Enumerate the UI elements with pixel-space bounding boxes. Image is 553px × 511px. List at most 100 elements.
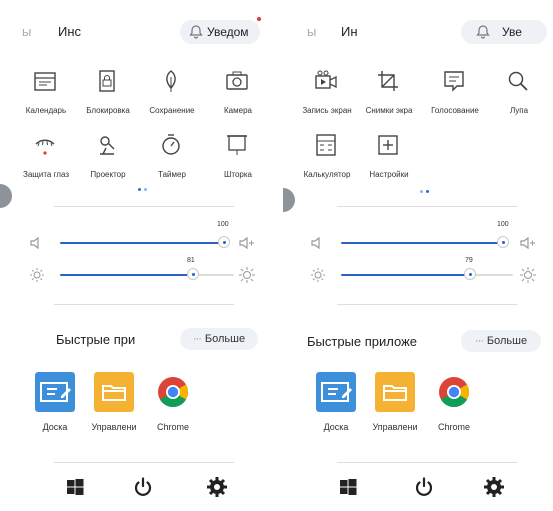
tile-settings[interactable]: Настройки xyxy=(359,132,419,192)
more-dots-icon: ··· xyxy=(474,335,484,347)
calendar-icon xyxy=(34,72,56,91)
curtain-icon xyxy=(227,135,247,155)
brightness-knob[interactable] xyxy=(464,268,476,280)
tile-curtain[interactable]: Шторка xyxy=(208,132,268,192)
tile-screen-record[interactable]: Запись экран xyxy=(297,68,357,128)
power-icon[interactable] xyxy=(413,476,435,498)
quick-apps-title: Быстрые приложе xyxy=(307,334,418,349)
more-label: Больше xyxy=(486,335,528,347)
tile-label: Блокировка xyxy=(86,106,130,115)
divider xyxy=(337,304,517,305)
tab-partial[interactable]: ы xyxy=(22,24,31,39)
leaf-icon xyxy=(166,70,176,92)
brightness-knob[interactable] xyxy=(187,268,199,280)
chrome-icon xyxy=(439,377,470,408)
tile-save[interactable]: Сохранение xyxy=(142,68,202,128)
volume-high-icon xyxy=(520,236,535,250)
volume-value: 100 xyxy=(217,221,229,228)
more-dots-icon: ··· xyxy=(192,333,202,345)
tile-calculator[interactable]: Калькулятор xyxy=(297,132,357,192)
projector-icon xyxy=(100,136,115,155)
gear-icon[interactable] xyxy=(483,476,505,498)
tile-vote[interactable]: Голосование xyxy=(425,68,485,128)
quick-apps-title: Быстрые при xyxy=(56,332,136,347)
tile-calendar[interactable]: Календарь xyxy=(16,68,76,128)
brightness-low-icon xyxy=(311,268,325,282)
brightness-slider[interactable] xyxy=(60,268,234,280)
divider xyxy=(54,462,234,463)
tile-lock[interactable]: Блокировка xyxy=(78,68,138,128)
volume-slider[interactable] xyxy=(341,236,509,248)
tile-label: Снимки экра xyxy=(365,106,413,115)
tab-partial[interactable]: ы xyxy=(307,24,316,39)
volume-high-icon xyxy=(239,236,254,250)
volume-value: 100 xyxy=(497,221,509,228)
tile-label: Калькулятор xyxy=(303,170,351,179)
tab-tools[interactable]: Ин xyxy=(341,24,358,39)
windows-icon[interactable] xyxy=(64,476,86,498)
collapse-handle[interactable] xyxy=(0,184,12,208)
tile-eye-protection[interactable]: Защита глаз xyxy=(16,132,76,192)
bell-icon xyxy=(476,25,490,39)
app-label: Управлени xyxy=(372,422,418,432)
brightness-low-icon xyxy=(30,268,44,282)
tile-camera[interactable]: Камера xyxy=(208,68,268,128)
tile-screenshot[interactable]: Снимки экра xyxy=(359,68,419,128)
brightness-fill xyxy=(60,274,194,276)
volume-fill xyxy=(341,242,503,244)
folder-icon xyxy=(94,372,134,412)
tile-magnifier[interactable]: Лупа xyxy=(489,68,549,128)
control-panel-right: ы Ин Уве Запись экран Снимки экра Голосо… xyxy=(283,0,553,511)
brightness-value: 81 xyxy=(187,257,195,264)
windows-icon[interactable] xyxy=(337,476,359,498)
notifications-button[interactable]: Уведом xyxy=(180,20,260,44)
camera-icon xyxy=(226,71,248,90)
calculator-icon xyxy=(316,134,336,156)
eye-protection-icon xyxy=(35,139,55,155)
tile-label: Календарь xyxy=(25,106,67,115)
tab-tools[interactable]: Инс xyxy=(58,24,81,39)
brightness-fill xyxy=(341,274,471,276)
folder-icon xyxy=(375,372,415,412)
brightness-slider[interactable] xyxy=(341,268,513,280)
divider xyxy=(54,304,234,305)
tile-label: Сохранение xyxy=(149,106,195,115)
divider xyxy=(337,206,517,207)
tile-label: Лупа xyxy=(509,106,529,115)
tile-label: Проектор xyxy=(90,170,126,179)
divider xyxy=(54,206,234,207)
app-label: Chrome xyxy=(437,422,470,432)
tile-timer[interactable]: Таймер xyxy=(142,132,202,192)
tile-projector[interactable]: Проектор xyxy=(78,132,138,192)
notifications-label: Уве xyxy=(502,25,522,39)
notifications-button[interactable]: Уве xyxy=(461,20,547,44)
tile-label: Таймер xyxy=(158,170,186,179)
control-panel-left: ы Инс Уведом Календарь Блокировка Сохран… xyxy=(0,0,270,511)
brightness-high-icon xyxy=(239,267,255,283)
screen-record-icon xyxy=(315,70,337,89)
collapse-handle[interactable] xyxy=(283,188,295,212)
lock-icon xyxy=(99,70,115,92)
app-label: Доска xyxy=(323,422,349,432)
chrome-icon xyxy=(158,377,189,408)
bell-icon xyxy=(189,25,203,39)
magnifier-icon xyxy=(508,71,528,91)
more-button[interactable]: ··· Больше xyxy=(461,330,541,352)
app-label: Chrome xyxy=(156,422,189,432)
volume-knob[interactable] xyxy=(497,236,509,248)
gear-icon[interactable] xyxy=(206,476,228,498)
brightness-high-icon xyxy=(520,267,536,283)
whiteboard-icon xyxy=(316,372,356,412)
volume-knob[interactable] xyxy=(218,236,230,248)
volume-slider[interactable] xyxy=(60,236,230,248)
page-indicator xyxy=(420,190,432,194)
more-button[interactable]: ··· Больше xyxy=(180,328,258,350)
tile-label: Камера xyxy=(224,106,252,115)
volume-low-icon xyxy=(30,236,39,250)
notification-dot xyxy=(257,17,261,21)
power-icon[interactable] xyxy=(132,476,154,498)
notifications-label: Уведом xyxy=(207,25,249,39)
tile-label: Голосование xyxy=(431,106,479,115)
tile-label: Шторка xyxy=(224,170,252,179)
tile-label: Настройки xyxy=(369,170,409,179)
